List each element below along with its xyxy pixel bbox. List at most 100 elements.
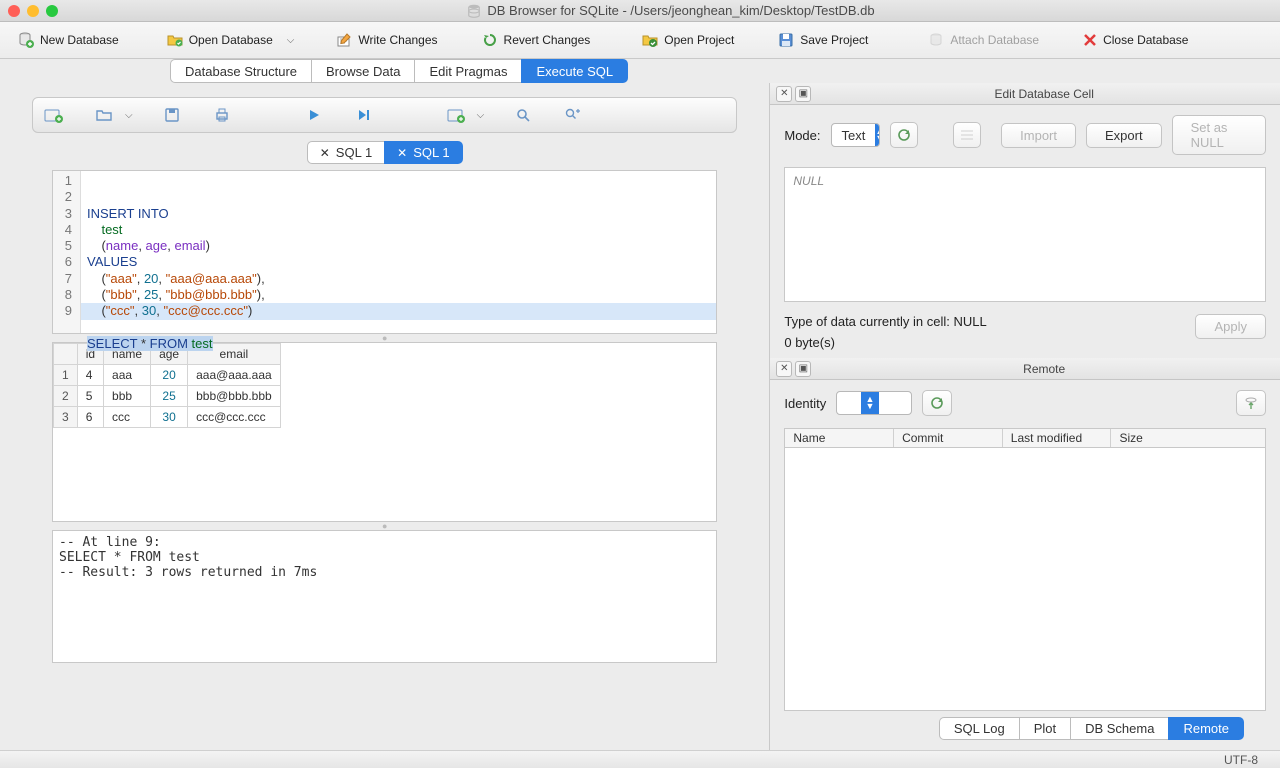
cell-size-info: 0 byte(s)	[784, 335, 1185, 350]
minimize-window-icon[interactable]	[27, 5, 39, 17]
remote-table-body[interactable]	[784, 448, 1266, 711]
revert-changes-button[interactable]: Revert Changes	[472, 28, 601, 52]
mode-reload-button[interactable]	[890, 122, 918, 148]
open-database-label: Open Database	[189, 33, 273, 47]
panel-detach-icon[interactable]: ▣	[795, 86, 811, 102]
open-project-label: Open Project	[664, 33, 734, 47]
find-replace-button[interactable]	[562, 104, 584, 126]
remote-table-header: Name Commit Last modified Size	[784, 428, 1266, 448]
close-database-button[interactable]: Close Database	[1073, 29, 1198, 51]
titlebar: DB Browser for SQLite - /Users/jeonghean…	[0, 0, 1280, 22]
apply-button: Apply	[1195, 314, 1266, 339]
identity-refresh-button[interactable]	[922, 390, 952, 416]
new-database-button[interactable]: New Database	[8, 28, 129, 52]
cell-type-info: Type of data currently in cell: NULL	[784, 314, 1185, 329]
tab-db-schema[interactable]: DB Schema	[1070, 717, 1168, 740]
editor-code[interactable]: INSERT INTO test (name, age, email) VALU…	[81, 171, 716, 333]
window-controls	[8, 5, 58, 17]
execute-line-button[interactable]	[353, 104, 375, 126]
new-database-icon	[18, 32, 34, 48]
window-title: DB Browser for SQLite - /Users/jeonghean…	[70, 3, 1272, 18]
save-results-dropdown-icon[interactable]: ⌵	[477, 110, 485, 121]
database-icon	[467, 4, 481, 18]
remote-col-commit[interactable]: Commit	[894, 429, 1003, 447]
panel-close-icon[interactable]: ✕	[776, 361, 792, 377]
close-tab-icon[interactable]: ✕	[320, 146, 330, 160]
new-sql-tab-button[interactable]	[43, 104, 65, 126]
save-results-button[interactable]	[445, 104, 467, 126]
tab-browse-data[interactable]: Browse Data	[311, 59, 414, 83]
write-changes-button[interactable]: Write Changes	[326, 28, 447, 52]
sql-editor[interactable]: 1 2 3 4 5 6 7 8 9 INSERT INTO test (name…	[52, 170, 717, 334]
mode-label: Mode:	[784, 128, 820, 143]
save-project-button[interactable]: Save Project	[768, 28, 878, 52]
remote-panel: Identity ▲▼ Name Commit Last modified Si…	[770, 380, 1280, 750]
open-database-dropdown-icon[interactable]: ⌵	[287, 35, 295, 46]
panel-detach-icon[interactable]: ▣	[795, 361, 811, 377]
write-changes-label: Write Changes	[358, 33, 437, 47]
sql-tab-1-label: SQL 1	[336, 145, 372, 160]
remote-push-button[interactable]	[1236, 390, 1266, 416]
sql-tab-1[interactable]: ✕ SQL 1	[307, 141, 384, 164]
remote-panel-title: Remote	[814, 362, 1274, 376]
editor-gutter: 1 2 3 4 5 6 7 8 9	[53, 171, 81, 333]
results-header-rownum[interactable]	[54, 344, 78, 365]
main-tabs: Database Structure Browse Data Edit Prag…	[0, 59, 1280, 83]
close-tab-icon[interactable]: ✕	[397, 146, 407, 160]
remote-col-size[interactable]: Size	[1111, 429, 1265, 447]
sql-tabs: ✕SQL 1 ✕SQL 1	[0, 141, 769, 164]
new-database-label: New Database	[40, 33, 119, 47]
chevron-updown-icon: ▲▼	[861, 392, 879, 414]
tab-database-structure[interactable]: Database Structure	[170, 59, 311, 83]
save-sql-button[interactable]	[161, 104, 183, 126]
execute-all-button[interactable]	[303, 104, 325, 126]
attach-database-icon	[928, 32, 944, 48]
open-database-icon	[167, 32, 183, 48]
identity-select[interactable]: ▲▼	[836, 391, 912, 415]
window-title-text: DB Browser for SQLite - /Users/jeonghean…	[487, 3, 874, 18]
revert-changes-label: Revert Changes	[504, 33, 591, 47]
open-sql-dropdown-icon[interactable]: ⌵	[125, 110, 133, 121]
open-database-button[interactable]: Open Database	[157, 28, 283, 52]
status-encoding: UTF-8	[1224, 753, 1258, 767]
attach-database-label: Attach Database	[950, 33, 1039, 47]
remote-col-name[interactable]: Name	[785, 429, 894, 447]
panel-close-icon[interactable]: ✕	[776, 86, 792, 102]
indent-button	[953, 122, 981, 148]
revert-changes-icon	[482, 32, 498, 48]
mode-select[interactable]: Text ▲▼	[831, 123, 880, 147]
export-button[interactable]: Export	[1086, 123, 1162, 148]
close-window-icon[interactable]	[8, 5, 20, 17]
close-database-label: Close Database	[1103, 33, 1188, 47]
execute-sql-pane: ⌵ ⌵ ✕SQL 1 ✕SQL 1 1 2 3 4 5 6 7	[0, 83, 769, 750]
find-button[interactable]	[512, 104, 534, 126]
tab-remote[interactable]: Remote	[1168, 717, 1244, 740]
chevron-updown-icon: ▲▼	[875, 124, 880, 146]
splitter-handle-icon[interactable]: ●	[0, 522, 769, 530]
sql-console[interactable]: -- At line 9: SELECT * FROM test -- Resu…	[52, 530, 717, 663]
tab-sql-log[interactable]: SQL Log	[939, 717, 1019, 740]
reload-icon	[897, 128, 911, 142]
edit-cell-panel-title: Edit Database Cell	[814, 87, 1274, 101]
maximize-window-icon[interactable]	[46, 5, 58, 17]
open-project-button[interactable]: Open Project	[632, 28, 744, 52]
edit-cell-panel-header: ✕ ▣ Edit Database Cell	[770, 83, 1280, 105]
right-bottom-tabs: SQL Log Plot DB Schema Remote	[784, 711, 1266, 740]
tab-edit-pragmas[interactable]: Edit Pragmas	[414, 59, 521, 83]
sql-tab-2[interactable]: ✕SQL 1	[384, 141, 462, 164]
tab-execute-sql[interactable]: Execute SQL	[521, 59, 628, 83]
table-row[interactable]: 2 5 bbb 25 bbb@bbb.bbb	[54, 386, 281, 407]
open-project-icon	[642, 32, 658, 48]
set-null-button: Set as NULL	[1172, 115, 1266, 155]
right-panels: ✕ ▣ Edit Database Cell Mode: Text ▲▼ Imp…	[769, 83, 1280, 750]
status-bar: UTF-8	[0, 750, 1280, 768]
identity-select-value	[837, 396, 861, 411]
tab-plot[interactable]: Plot	[1019, 717, 1070, 740]
open-sql-file-button[interactable]	[93, 104, 115, 126]
table-row[interactable]: 3 6 ccc 30 ccc@ccc.ccc	[54, 407, 281, 428]
print-sql-button[interactable]	[211, 104, 233, 126]
sql-toolbar: ⌵ ⌵	[32, 97, 737, 133]
remote-col-modified[interactable]: Last modified	[1003, 429, 1112, 447]
cell-value-textarea[interactable]: NULL	[784, 167, 1266, 302]
upload-icon	[1244, 396, 1258, 410]
